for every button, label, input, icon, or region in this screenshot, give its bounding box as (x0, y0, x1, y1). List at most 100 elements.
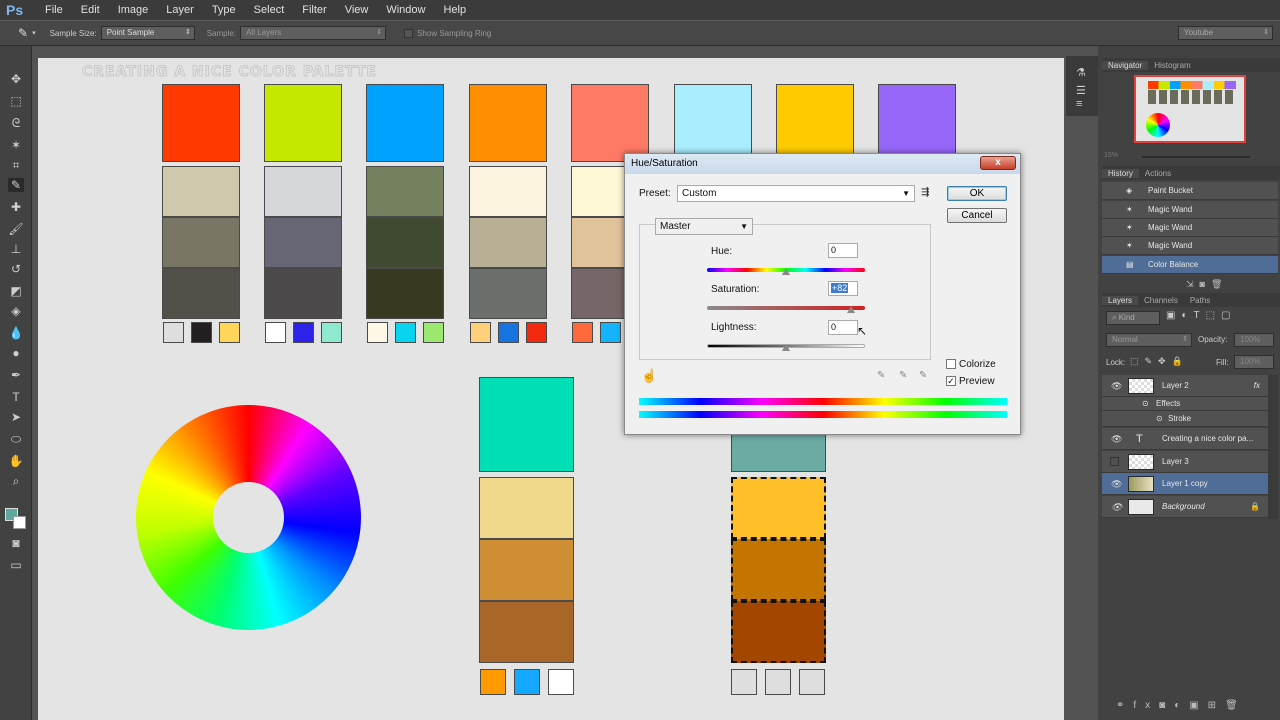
navigator-preview[interactable] (1134, 75, 1246, 143)
marquee-tool-icon[interactable]: ⬚ (8, 94, 24, 108)
channel-select[interactable]: Master ▼ (655, 218, 753, 235)
eraser-tool-icon[interactable]: ◩ (8, 284, 24, 298)
eyedropper-plus-icon[interactable]: ✎ (899, 370, 907, 381)
menu-image[interactable]: Image (109, 4, 158, 16)
menu-help[interactable]: Help (434, 4, 475, 16)
fx-icon[interactable]: fx (1254, 375, 1260, 397)
preset-options-icon[interactable]: ⇶ (921, 187, 929, 198)
eye-icon[interactable]: 👁 (1111, 428, 1122, 450)
eye-icon[interactable]: 👁 (1111, 496, 1122, 518)
sample-size-select[interactable]: Point Sample ⇕ (100, 26, 195, 40)
show-sampling-ring-checkbox[interactable] (404, 28, 414, 38)
tools-panel: ✥ ⬚ ᘓ ✶ ⌗ ✎ ✚ 🖌 ⊥ ↺ ◩ ◈ 💧 ● ✒ T ➤ ⬭ ✋ ⌕ … (0, 46, 32, 720)
navigator-zoom-slider[interactable] (1142, 156, 1250, 158)
history-item[interactable]: ✶ Magic Wand (1102, 237, 1278, 255)
pen-tool-icon[interactable]: ✒ (8, 368, 24, 382)
type-tool-icon[interactable]: T (8, 390, 24, 404)
history-item[interactable]: ✶ Magic Wand (1102, 219, 1278, 237)
eyedropper-tool-icon[interactable]: ✎ (8, 178, 24, 192)
tab-layers[interactable]: Layers (1102, 295, 1139, 305)
cancel-button[interactable]: Cancel (947, 208, 1007, 223)
lasso-tool-icon[interactable]: ᘓ (8, 116, 24, 130)
menu-type[interactable]: Type (203, 4, 245, 16)
tab-history[interactable]: History (1102, 168, 1139, 178)
healing-brush-icon[interactable]: ✚ (8, 200, 24, 214)
layer-filter-icons[interactable]: ▣◐T⬚▢ (1166, 310, 1237, 321)
saturation-slider-thumb[interactable] (847, 306, 855, 313)
hidden-visibility-box[interactable] (1110, 457, 1119, 466)
close-button[interactable]: x (980, 156, 1016, 170)
tab-channels[interactable]: Channels (1138, 296, 1184, 305)
eyedropper-tool-icon[interactable]: ✎ (18, 26, 28, 40)
tab-navigator[interactable]: Navigator (1102, 60, 1149, 70)
fill-field[interactable]: 100% (1234, 355, 1274, 369)
hue-input[interactable]: 0 (828, 243, 858, 258)
menu-edit[interactable]: Edit (72, 4, 109, 16)
tool-presets-icon[interactable]: ⚗ (1076, 66, 1086, 79)
layer-kind-filter[interactable]: ⌕ Kind (1106, 311, 1160, 325)
layers-scrollbar[interactable] (1268, 375, 1278, 519)
layer-row[interactable]: 👁 T Creating a nice color pa... (1102, 428, 1268, 450)
stamp-tool-icon[interactable]: ⊥ (8, 242, 24, 256)
opacity-field[interactable]: 100% (1234, 333, 1274, 347)
menu-view[interactable]: View (336, 4, 378, 16)
eyedropper-minus-icon[interactable]: ✎ (919, 370, 927, 381)
crop-tool-icon[interactable]: ⌗ (8, 158, 24, 172)
menu-filter[interactable]: Filter (293, 4, 335, 16)
mini-swatch (191, 322, 212, 343)
menu-layer[interactable]: Layer (157, 4, 203, 16)
saturation-input[interactable]: +82 (828, 281, 858, 296)
on-image-adjust-icon[interactable]: ☝ (641, 368, 657, 384)
hand-tool-icon[interactable]: ✋ (8, 454, 24, 468)
history-brush-icon[interactable]: ↺ (8, 262, 24, 276)
path-select-icon[interactable]: ➤ (8, 410, 24, 424)
lock-label: Lock: (1106, 358, 1126, 367)
navigator-zoom-value[interactable]: 15% (1104, 152, 1118, 159)
preview-checkbox[interactable]: ✓ (946, 376, 956, 386)
ellipse-tool-icon[interactable]: ⬭ (8, 432, 24, 446)
move-tool-icon[interactable]: ✥ (8, 72, 24, 86)
saturation-slider-track[interactable] (707, 306, 865, 310)
layer-effects-row[interactable]: ⊙ Effects (1102, 397, 1268, 411)
ok-button[interactable]: OK (947, 186, 1007, 201)
hue-slider-thumb[interactable] (782, 268, 790, 275)
menu-select[interactable]: Select (245, 4, 294, 16)
history-item-selected[interactable]: ▤ Color Balance (1102, 256, 1278, 274)
lock-icons[interactable]: ⬚✎✥🔒 (1130, 356, 1189, 367)
properties-icon[interactable]: ≡ (1076, 98, 1082, 110)
layer-stroke-row[interactable]: ⊙ Stroke (1102, 411, 1268, 427)
zoom-tool-icon[interactable]: ⌕ (8, 474, 24, 488)
magic-wand-tool-icon[interactable]: ✶ (8, 138, 24, 152)
layer-row[interactable]: 👁 Layer 2 fx (1102, 375, 1268, 397)
eye-icon[interactable]: 👁 (1111, 375, 1122, 397)
blur-tool-icon[interactable]: 💧 (8, 326, 24, 340)
blend-mode-select[interactable]: Normal ⇕ (1106, 333, 1192, 347)
eye-icon[interactable]: 👁 (1111, 473, 1122, 495)
layer-row[interactable]: 👁 Background 🔒 (1102, 496, 1268, 518)
colorize-checkbox[interactable] (946, 359, 956, 369)
menu-window[interactable]: Window (377, 4, 434, 16)
quick-mask-icon[interactable]: ◙ (8, 536, 24, 550)
workspace-select[interactable]: Youtube ⇕ (1178, 26, 1273, 40)
adjustments-icon[interactable]: ☰ (1076, 84, 1086, 97)
history-item[interactable]: ✶ Magic Wand (1102, 201, 1278, 219)
dodge-tool-icon[interactable]: ● (8, 346, 24, 360)
sample-select[interactable]: All Layers ⇕ (240, 26, 387, 40)
eyedropper-icon[interactable]: ✎ (877, 370, 885, 381)
tab-histogram[interactable]: Histogram (1148, 61, 1196, 70)
layer-row-selected[interactable]: 👁 Layer 1 copy (1102, 473, 1268, 495)
layer-row[interactable]: Layer 3 (1102, 451, 1268, 473)
preset-select[interactable]: Custom ▼ (677, 185, 915, 202)
lightness-slider-thumb[interactable] (782, 344, 790, 351)
history-item[interactable]: ◈ Paint Bucket (1102, 182, 1278, 200)
tool-preset-dropdown-icon[interactable]: ▾ (32, 29, 36, 37)
tab-paths[interactable]: Paths (1184, 296, 1216, 305)
screen-mode-icon[interactable]: ▭ (8, 558, 24, 572)
lightness-input[interactable]: 0 (828, 320, 858, 335)
background-color-swatch[interactable] (13, 516, 26, 529)
menu-file[interactable]: File (36, 4, 72, 16)
tab-actions[interactable]: Actions (1139, 169, 1177, 178)
brush-tool-icon[interactable]: 🖌 (8, 222, 24, 236)
color-bar-after (639, 411, 1007, 418)
paint-bucket-icon[interactable]: ◈ (8, 304, 24, 318)
